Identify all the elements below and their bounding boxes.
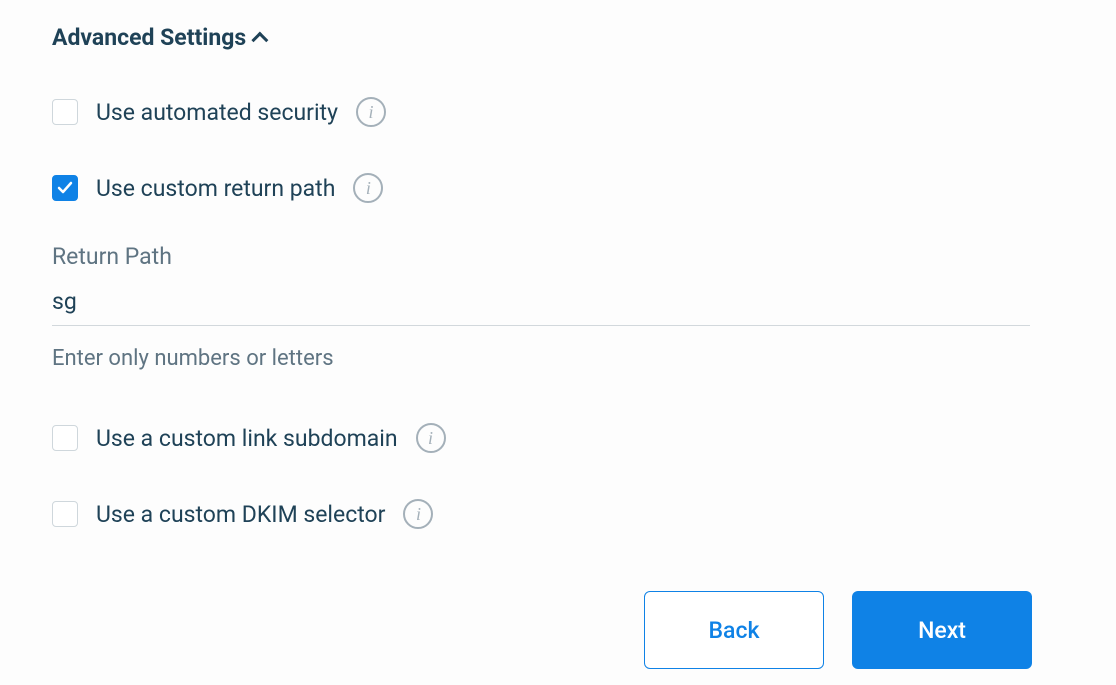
info-icon[interactable]: i	[403, 499, 433, 529]
option-label: Use custom return path	[96, 175, 335, 202]
checkbox-custom-return-path[interactable]	[52, 175, 78, 201]
advanced-settings-toggle[interactable]: Advanced Settings	[52, 24, 1064, 51]
info-icon[interactable]: i	[353, 173, 383, 203]
option-custom-return-path: Use custom return path i	[52, 173, 1064, 203]
next-button[interactable]: Next	[852, 591, 1032, 669]
return-path-label: Return Path	[52, 243, 1064, 270]
option-custom-link-subdomain: Use a custom link subdomain i	[52, 423, 1064, 453]
section-title: Advanced Settings	[52, 24, 246, 51]
option-label: Use a custom link subdomain	[96, 425, 398, 452]
checkbox-custom-link-subdomain[interactable]	[52, 425, 78, 451]
checkbox-custom-dkim-selector[interactable]	[52, 501, 78, 527]
option-automated-security: Use automated security i	[52, 97, 1064, 127]
return-path-helper: Enter only numbers or letters	[52, 346, 1064, 371]
button-row: Back Next	[644, 591, 1032, 669]
check-icon	[57, 180, 73, 196]
option-label: Use automated security	[96, 99, 338, 126]
return-path-input[interactable]	[52, 282, 1030, 326]
option-label: Use a custom DKIM selector	[96, 501, 385, 528]
option-custom-dkim-selector: Use a custom DKIM selector i	[52, 499, 1064, 529]
return-path-field: Return Path Enter only numbers or letter…	[52, 243, 1064, 371]
info-icon[interactable]: i	[356, 97, 386, 127]
chevron-up-icon	[252, 31, 269, 48]
checkbox-automated-security[interactable]	[52, 99, 78, 125]
info-icon[interactable]: i	[416, 423, 446, 453]
back-button[interactable]: Back	[644, 591, 824, 669]
